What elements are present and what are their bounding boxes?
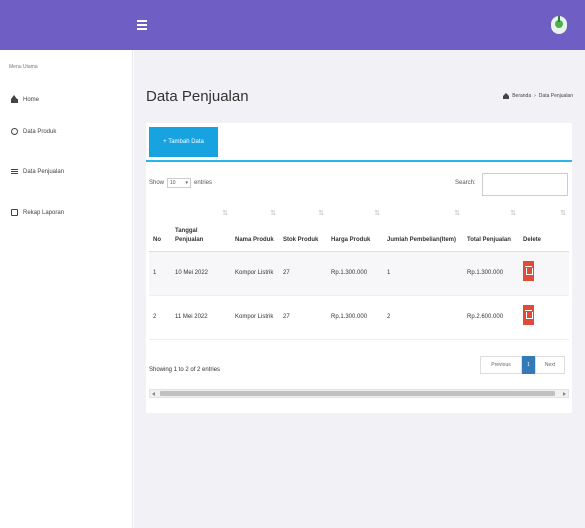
column-header-jumlah[interactable]: Jumlah Pembelian(Item) ⇅ bbox=[383, 203, 463, 252]
breadcrumb-separator: › bbox=[534, 93, 536, 99]
horizontal-scrollbar[interactable] bbox=[149, 389, 569, 398]
entries-label: entries bbox=[194, 180, 213, 186]
main-content: Data Penjualan Beranda › Data Penjualan … bbox=[134, 50, 585, 528]
user-avatar[interactable] bbox=[551, 16, 567, 34]
data-card: + Tambah Data Show 10 ▾ entries Search: … bbox=[146, 123, 572, 413]
cell-tanggal: 11 Mei 2022 bbox=[171, 295, 231, 340]
scrollbar-thumb[interactable] bbox=[160, 391, 555, 396]
sort-icon: ⇅ bbox=[222, 210, 228, 217]
sort-icon: ⇅ bbox=[270, 210, 276, 217]
breadcrumb-current: Data Penjualan bbox=[538, 93, 573, 99]
sidebar-item-data-produk[interactable]: Data Produk bbox=[11, 128, 56, 135]
pagination-page-1[interactable]: 1 bbox=[522, 356, 535, 374]
cell-stok: 27 bbox=[279, 251, 327, 296]
column-header-harga[interactable]: Harga Produk ⇅ bbox=[327, 203, 383, 252]
search-input[interactable] bbox=[482, 173, 568, 196]
cell-no: 1 bbox=[149, 251, 171, 296]
sort-icon: ⇅ bbox=[454, 210, 460, 217]
page-title: Data Penjualan bbox=[146, 88, 249, 105]
scroll-left-icon[interactable] bbox=[152, 392, 155, 396]
sidebar-item-label: Rekap Laporan bbox=[23, 209, 65, 216]
cell-total: Rp.2.600.000 bbox=[463, 295, 519, 340]
sidebar-item-home[interactable]: Home bbox=[11, 95, 40, 103]
scroll-right-icon[interactable] bbox=[563, 392, 566, 396]
table-header-row: No Tanggal Penjualan ⇅ Nama Produk ⇅ Stok … bbox=[149, 203, 569, 252]
sales-table: No Tanggal Penjualan ⇅ Nama Produk ⇅ Stok … bbox=[149, 203, 569, 340]
entries-length-control: Show 10 ▾ entries bbox=[149, 178, 212, 188]
cell-stok: 27 bbox=[279, 295, 327, 340]
cell-harga: Rp.1.300.000 bbox=[327, 295, 383, 340]
cell-jumlah: 1 bbox=[383, 251, 463, 296]
home-icon bbox=[11, 95, 18, 103]
circle-icon bbox=[11, 128, 18, 135]
pagination: Previous 1 Next bbox=[480, 356, 565, 374]
cell-jumlah: 2 bbox=[383, 295, 463, 340]
entries-select-value: 10 bbox=[170, 180, 176, 186]
cell-no: 2 bbox=[149, 295, 171, 340]
entries-select[interactable]: 10 ▾ bbox=[167, 178, 192, 188]
column-header-tanggal[interactable]: Tanggal Penjualan ⇅ bbox=[171, 203, 231, 252]
breadcrumb: Beranda › Data Penjualan bbox=[503, 93, 573, 99]
cell-total: Rp.1.300.000 bbox=[463, 251, 519, 296]
pagination-previous[interactable]: Previous bbox=[480, 356, 522, 374]
document-icon bbox=[11, 209, 18, 216]
chevron-down-icon: ▾ bbox=[185, 180, 189, 186]
card-header: + Tambah Data bbox=[146, 123, 572, 162]
sort-icon: ⇅ bbox=[560, 210, 566, 217]
search-label: Search: bbox=[455, 180, 476, 186]
sidebar-item-label: Data Produk bbox=[23, 128, 57, 135]
sort-icon: ⇅ bbox=[318, 210, 324, 217]
column-header-stok[interactable]: Stok Produk ⇅ bbox=[279, 203, 327, 252]
sidebar: Menu Utama Home Data Produk Data Penjual… bbox=[0, 50, 133, 528]
column-header-delete[interactable]: Delete ⇅ bbox=[519, 203, 569, 252]
show-label: Show bbox=[149, 180, 165, 186]
cell-delete bbox=[519, 251, 569, 296]
table-row: 2 11 Mei 2022 Kompor Listrik 27 Rp.1.300… bbox=[149, 295, 569, 340]
pagination-next[interactable]: Next bbox=[535, 356, 565, 374]
cell-tanggal: 10 Mei 2022 bbox=[171, 251, 231, 296]
list-icon bbox=[11, 168, 18, 175]
add-data-button[interactable]: + Tambah Data bbox=[149, 127, 218, 157]
table-info: Showing 1 to 2 of 2 entries bbox=[149, 367, 221, 373]
sort-icon: ⇅ bbox=[510, 210, 516, 217]
column-header-total[interactable]: Total Penjualan ⇅ bbox=[463, 203, 519, 252]
cell-harga: Rp.1.300.000 bbox=[327, 251, 383, 296]
hamburger-icon[interactable] bbox=[137, 20, 147, 30]
sidebar-item-label: Home bbox=[23, 96, 40, 103]
sidebar-item-rekap-laporan[interactable]: Rekap Laporan bbox=[11, 209, 64, 216]
breadcrumb-link-beranda[interactable]: Beranda bbox=[512, 93, 531, 99]
sort-icon: ⇅ bbox=[374, 210, 380, 217]
delete-button[interactable] bbox=[523, 305, 534, 325]
cell-nama-produk: Kompor Listrik bbox=[231, 295, 279, 340]
sidebar-section-label: Menu Utama bbox=[9, 64, 38, 70]
sidebar-item-data-penjualan[interactable]: Data Penjualan bbox=[11, 168, 64, 175]
sidebar-item-label: Data Penjualan bbox=[23, 168, 65, 175]
cell-nama-produk: Kompor Listrik bbox=[231, 251, 279, 296]
home-icon bbox=[503, 93, 510, 99]
delete-button[interactable] bbox=[523, 261, 534, 281]
column-header-no[interactable]: No bbox=[149, 203, 171, 252]
top-navbar bbox=[0, 0, 585, 50]
cell-delete bbox=[519, 295, 569, 340]
column-header-nama-produk[interactable]: Nama Produk ⇅ bbox=[231, 203, 279, 252]
table-row: 1 10 Mei 2022 Kompor Listrik 27 Rp.1.300… bbox=[149, 251, 569, 296]
